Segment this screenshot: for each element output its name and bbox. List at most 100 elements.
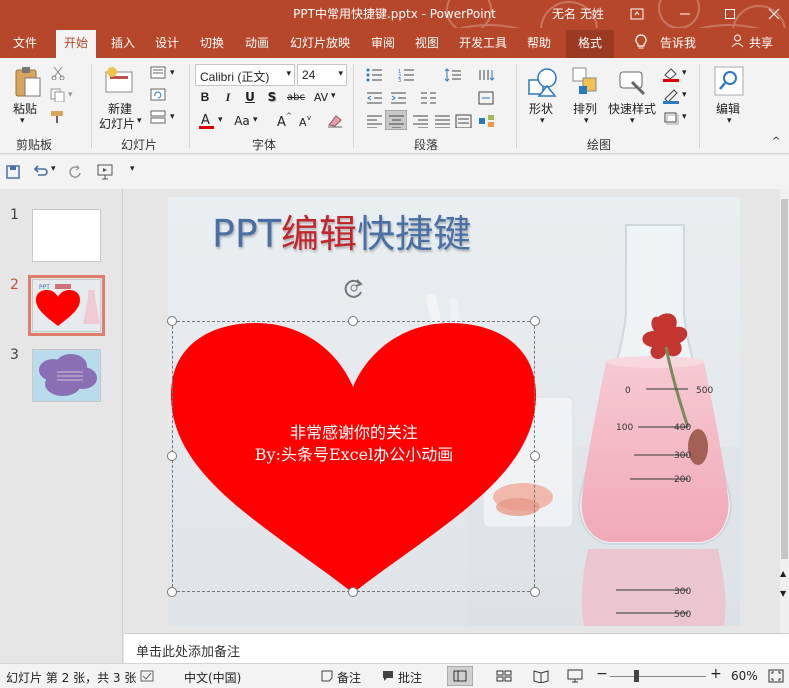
tab-file[interactable]: 文件 — [13, 34, 37, 51]
minimize-icon[interactable] — [670, 0, 700, 28]
arrange-label[interactable]: 排列 — [573, 100, 597, 117]
cut-icon[interactable] — [50, 66, 66, 80]
resize-handle-e[interactable] — [530, 451, 540, 461]
decrease-indent-icon[interactable] — [366, 91, 384, 105]
slide-sorter-icon[interactable] — [496, 670, 512, 682]
find-icon[interactable] — [714, 66, 744, 96]
resize-handle-n[interactable] — [348, 316, 358, 326]
notes-toggle-icon[interactable] — [320, 669, 334, 683]
tab-format[interactable]: 格式 — [566, 30, 615, 58]
new-slide-icon[interactable] — [104, 66, 136, 94]
bullets-icon[interactable] — [366, 68, 384, 82]
shapes-dropdown-icon[interactable]: ▾ — [540, 116, 545, 126]
character-spacing-button[interactable]: AV — [312, 90, 330, 104]
resize-handle-sw[interactable] — [167, 587, 177, 597]
align-left-icon[interactable] — [366, 114, 384, 128]
shape-outline-icon[interactable] — [662, 88, 680, 104]
resize-handle-se[interactable] — [530, 587, 540, 597]
normal-view-button[interactable] — [447, 666, 473, 686]
maximize-icon[interactable] — [715, 0, 745, 28]
zoom-slider[interactable] — [610, 676, 706, 677]
copy-dropdown-icon[interactable]: ▾ — [68, 90, 73, 100]
tab-slideshow[interactable]: 幻灯片放映 — [290, 34, 350, 51]
tab-transitions[interactable]: 切换 — [200, 34, 224, 51]
resize-handle-s[interactable] — [348, 587, 358, 597]
resize-handle-nw[interactable] — [167, 316, 177, 326]
tab-developer[interactable]: 开发工具 — [459, 34, 507, 51]
bold-button[interactable]: B — [197, 90, 213, 104]
format-painter-icon[interactable] — [50, 110, 66, 124]
reset-icon[interactable] — [150, 88, 168, 102]
fit-to-window-icon[interactable] — [768, 669, 784, 683]
text-direction-icon[interactable] — [478, 68, 496, 82]
font-size-dropdown-icon[interactable]: ▾ — [338, 68, 343, 79]
heart-text[interactable]: 非常感谢你的关注 By:头条号Excel办公小动画 — [172, 422, 536, 466]
paste-dropdown-icon[interactable]: ▾ — [20, 116, 25, 126]
slide-title[interactable]: PPT编辑快捷键 — [212, 203, 471, 258]
zoom-out-button[interactable]: − — [596, 666, 608, 682]
justify-icon[interactable] — [434, 114, 452, 128]
comments-label[interactable]: 批注 — [398, 669, 422, 686]
notes-toggle-label[interactable]: 备注 — [337, 669, 361, 686]
slide-thumbnail-1[interactable] — [32, 209, 101, 262]
scroll-prev-slide-icon[interactable]: ▲ — [780, 569, 786, 578]
tab-home[interactable]: 开始 — [56, 30, 97, 58]
scroll-thumb[interactable] — [781, 199, 788, 559]
notes-placeholder[interactable]: 单击此处添加备注 — [136, 641, 240, 660]
zoom-level[interactable]: 60% — [731, 669, 758, 683]
comments-icon[interactable] — [381, 669, 395, 683]
quick-styles-dropdown-icon[interactable]: ▾ — [630, 116, 635, 126]
line-spacing-icon[interactable] — [444, 68, 462, 82]
shadow-button[interactable]: S — [264, 90, 280, 104]
new-slide-label-line2[interactable]: 幻灯片 — [99, 115, 135, 132]
grow-font-icon[interactable]: A ^ — [276, 112, 292, 128]
align-center-button[interactable] — [385, 110, 407, 130]
font-color-dropdown-icon[interactable]: ▾ — [218, 115, 223, 125]
copy-icon[interactable] — [50, 88, 66, 102]
undo-icon[interactable] — [32, 164, 48, 178]
close-icon[interactable] — [759, 0, 789, 28]
shape-fill-dropdown-icon[interactable]: ▾ — [682, 68, 687, 78]
font-color-icon[interactable]: A — [198, 112, 216, 130]
editing-label[interactable]: 编辑 — [716, 100, 740, 117]
share-button[interactable]: 共享 — [749, 34, 773, 51]
shapes-label[interactable]: 形状 — [529, 100, 553, 117]
shrink-font-icon[interactable]: Av — [298, 112, 314, 128]
section-icon[interactable] — [150, 110, 168, 124]
collapse-ribbon-icon[interactable]: ^ — [772, 136, 780, 147]
increase-indent-icon[interactable] — [390, 91, 408, 105]
font-name-dropdown-icon[interactable]: ▾ — [286, 68, 291, 79]
save-icon[interactable] — [6, 165, 20, 179]
arrange-dropdown-icon[interactable]: ▾ — [584, 116, 589, 126]
person-icon[interactable] — [731, 34, 744, 51]
italic-button[interactable]: I — [220, 90, 236, 104]
paste-icon[interactable] — [12, 66, 42, 98]
shape-fill-icon[interactable] — [662, 66, 680, 82]
arrange-icon[interactable] — [571, 66, 601, 98]
change-case-button[interactable]: Aa — [233, 114, 251, 128]
reading-view-icon[interactable] — [533, 669, 549, 683]
tab-view[interactable]: 视图 — [415, 34, 439, 51]
lightbulb-icon[interactable] — [635, 34, 647, 53]
tab-animations[interactable]: 动画 — [245, 34, 269, 51]
shape-effects-icon[interactable] — [662, 110, 680, 126]
tab-help[interactable]: 帮助 — [527, 34, 551, 51]
vertical-scrollbar[interactable]: ▲ ▼ — [780, 189, 789, 633]
align-right-icon[interactable] — [412, 114, 430, 128]
change-case-dropdown-icon[interactable]: ▾ — [253, 115, 258, 125]
slideshow-view-icon[interactable] — [567, 669, 583, 683]
paste-label[interactable]: 粘贴 — [13, 100, 37, 117]
align-text-icon[interactable] — [478, 91, 496, 105]
zoom-slider-thumb[interactable] — [634, 670, 639, 682]
slide-thumbnail-2[interactable]: PPT — [28, 275, 105, 336]
quick-styles-icon[interactable] — [616, 66, 648, 98]
strikethrough-button[interactable]: abc — [286, 90, 306, 104]
smartart-icon[interactable] — [478, 114, 496, 128]
slide-canvas[interactable]: 500 400 300 200 100 0 300 500 PPT编辑快捷键 非… — [168, 197, 740, 626]
resize-handle-w[interactable] — [167, 451, 177, 461]
redo-icon[interactable] — [68, 164, 82, 178]
quick-styles-label[interactable]: 快速样式 — [608, 100, 656, 117]
shape-outline-dropdown-icon[interactable]: ▾ — [682, 90, 687, 100]
spell-check-icon[interactable] — [140, 670, 154, 682]
tab-insert[interactable]: 插入 — [111, 34, 135, 51]
